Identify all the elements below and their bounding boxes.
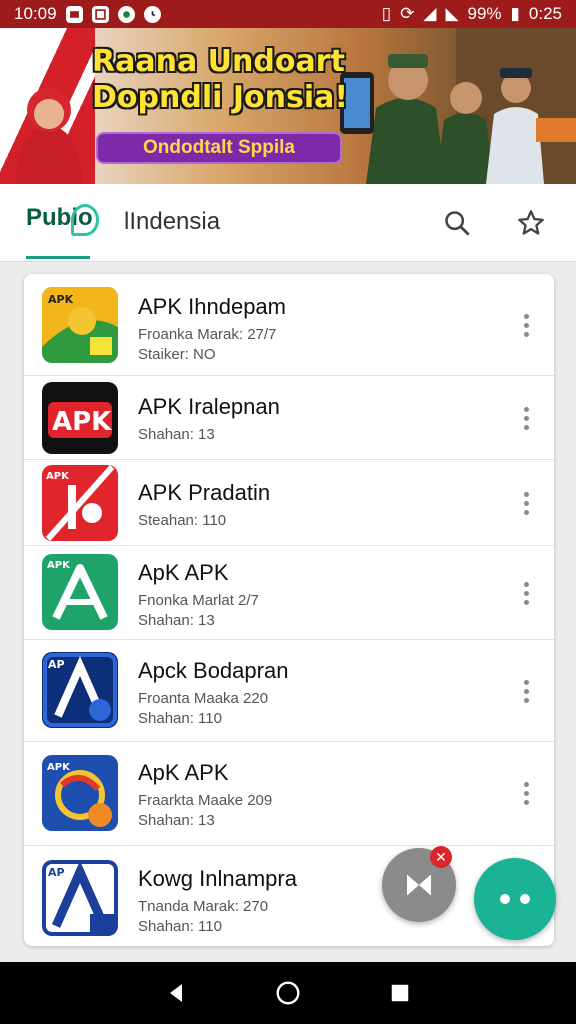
- status-time: 10:09: [14, 4, 57, 23]
- banner-title-line1: Raana Undoart: [92, 44, 345, 79]
- app-subtitle-2: Shahan: 110: [138, 710, 222, 727]
- page-title: lIndensia: [124, 208, 221, 235]
- data-saver-icon: ⟳: [400, 4, 415, 23]
- more-options-icon[interactable]: [516, 778, 536, 808]
- app-logo[interactable]: Pubio: [26, 204, 99, 236]
- vibrate-icon: ▯: [381, 4, 392, 23]
- system-nav-bar: [0, 962, 576, 1024]
- more-fab-button[interactable]: [474, 858, 556, 940]
- app-subtitle: Fraarkta Maake 209: [138, 792, 273, 809]
- star-icon: [518, 210, 544, 235]
- list-item[interactable]: APK ApK APK Fraarkta Maake 209 Shahan: 1…: [24, 742, 554, 846]
- app-subtitle-2: Staiker: NO: [138, 346, 216, 363]
- wifi-icon: ◢: [423, 4, 437, 23]
- woman-illustration: [16, 88, 82, 184]
- home-icon: [276, 981, 300, 1005]
- apk-red-diagonal-icon: APK: [42, 465, 118, 541]
- app-title: Kowg Inlnampra: [138, 866, 297, 891]
- close-icon[interactable]: ✕: [430, 846, 452, 868]
- apk-green-a-icon: APK: [42, 554, 118, 630]
- app-icon: [117, 5, 135, 23]
- more-options-icon[interactable]: [516, 676, 536, 706]
- signal-icon: ◣: [445, 4, 459, 23]
- app-title: Apck Bodapran: [138, 658, 289, 683]
- list-item-text: ApK APK Fnonka Marlat 2/7 Shahan: 13: [138, 560, 494, 629]
- home-button[interactable]: [268, 973, 308, 1013]
- icon-label: APK: [48, 293, 74, 306]
- recents-button[interactable]: [380, 973, 420, 1013]
- more-options-icon[interactable]: [516, 578, 536, 608]
- app-title: ApK APK: [138, 760, 229, 785]
- app-title: ApK APK: [138, 560, 229, 585]
- list-item-text: Apck Bodapran Froanta Maaka 220 Shahan: …: [138, 658, 494, 727]
- more-options-icon[interactable]: [516, 403, 536, 433]
- apk-black-red-icon: APK: [42, 382, 118, 454]
- banner-download-button[interactable]: Ondodtalt Sppila: [96, 132, 342, 164]
- favorites-button[interactable]: [514, 206, 548, 240]
- app-subtitle-2: Shahan: 110: [138, 918, 222, 935]
- dot-icon: [500, 894, 510, 904]
- recents-icon: [391, 984, 409, 1002]
- icon-label: APK: [47, 762, 71, 773]
- app-header: Pubio lIndensia: [0, 184, 576, 262]
- icon-label: APK: [52, 407, 112, 437]
- apk-white-a-icon: AP: [42, 860, 118, 936]
- status-clock-right: 0:25: [528, 4, 562, 23]
- list-item-text: Kowg Inlnampra Tnanda Marak: 270 Shahan:…: [138, 866, 384, 935]
- list-item[interactable]: APK APK Ihndepam Froanka Marak: 27/7 Sta…: [24, 274, 554, 376]
- app-title: APK Iralepnan: [138, 394, 280, 419]
- app-title: APK Ihndepam: [138, 294, 286, 319]
- apk-blue-swirl-icon: APK: [42, 755, 118, 831]
- icon-label: APK: [46, 471, 70, 482]
- list-item[interactable]: AP Apck Bodapran Froanta Maaka 220 Shaha…: [24, 640, 554, 742]
- promo-banner[interactable]: Raana Undoart Dopndli Jonsia! Ondodtalt …: [0, 28, 576, 184]
- app-subtitle: Tnanda Marak: 270: [138, 898, 269, 915]
- icon-label: APK: [47, 560, 71, 571]
- apk-yellow-green-icon: APK: [42, 287, 118, 363]
- status-bar: 10:09 ▯ ⟳ ◢ ◣ 99% ▮ 0:25: [0, 0, 576, 28]
- app-list: APK APK Ihndepam Froanka Marak: 27/7 Sta…: [24, 274, 554, 946]
- banner-title-line2: Dopndli Jonsia!: [92, 80, 349, 115]
- list-item[interactable]: APK APK Pradatin Steahan: 110: [24, 460, 554, 546]
- tab-indicator: [26, 256, 90, 259]
- list-item-text: APK Pradatin Steahan: 110: [138, 480, 494, 529]
- app-subtitle-2: Shahan: 13: [138, 812, 215, 829]
- battery-icon: ▮: [510, 4, 520, 23]
- more-options-icon[interactable]: [516, 310, 536, 340]
- list-item-text: APK Ihndepam Froanka Marak: 27/7 Staiker…: [138, 294, 494, 363]
- back-button[interactable]: [156, 973, 196, 1013]
- icon-label: AP: [48, 658, 65, 671]
- app-subtitle: Fnonka Marlat 2/7: [138, 592, 259, 609]
- more-options-icon[interactable]: [516, 488, 536, 518]
- search-button[interactable]: [440, 206, 474, 240]
- apk-blue-a-icon: AP: [42, 652, 118, 728]
- skip-icon: [407, 874, 431, 896]
- battery-percent: 99%: [467, 4, 502, 23]
- app-subtitle: Froanta Maaka 220: [138, 690, 269, 707]
- list-item-text: ApK APK Fraarkta Maake 209 Shahan: 13: [138, 760, 494, 829]
- app-subtitle: Froanka Marak: 27/7: [138, 326, 277, 343]
- app-subtitle-2: Shahan: 13: [138, 612, 215, 629]
- list-item[interactable]: APK APK Iralepnan Shahan: 13: [24, 376, 554, 460]
- notification-icon: [91, 5, 109, 23]
- list-item[interactable]: APK ApK APK Fnonka Marlat 2/7 Shahan: 13: [24, 546, 554, 640]
- back-icon: [170, 984, 182, 1002]
- list-item-text: APK Iralepnan Shahan: 13: [138, 394, 494, 443]
- search-icon: [445, 211, 470, 236]
- clock-icon: [143, 5, 161, 23]
- dot-icon: [520, 894, 530, 904]
- app-subtitle: Shahan: 13: [138, 426, 215, 443]
- banner-title: Raana Undoart Dopndli Jonsia!: [92, 44, 392, 116]
- icon-label: AP: [48, 866, 65, 879]
- app-subtitle: Steahan: 110: [138, 512, 227, 529]
- app-title: APK Pradatin: [138, 480, 271, 505]
- image-icon: [65, 5, 83, 23]
